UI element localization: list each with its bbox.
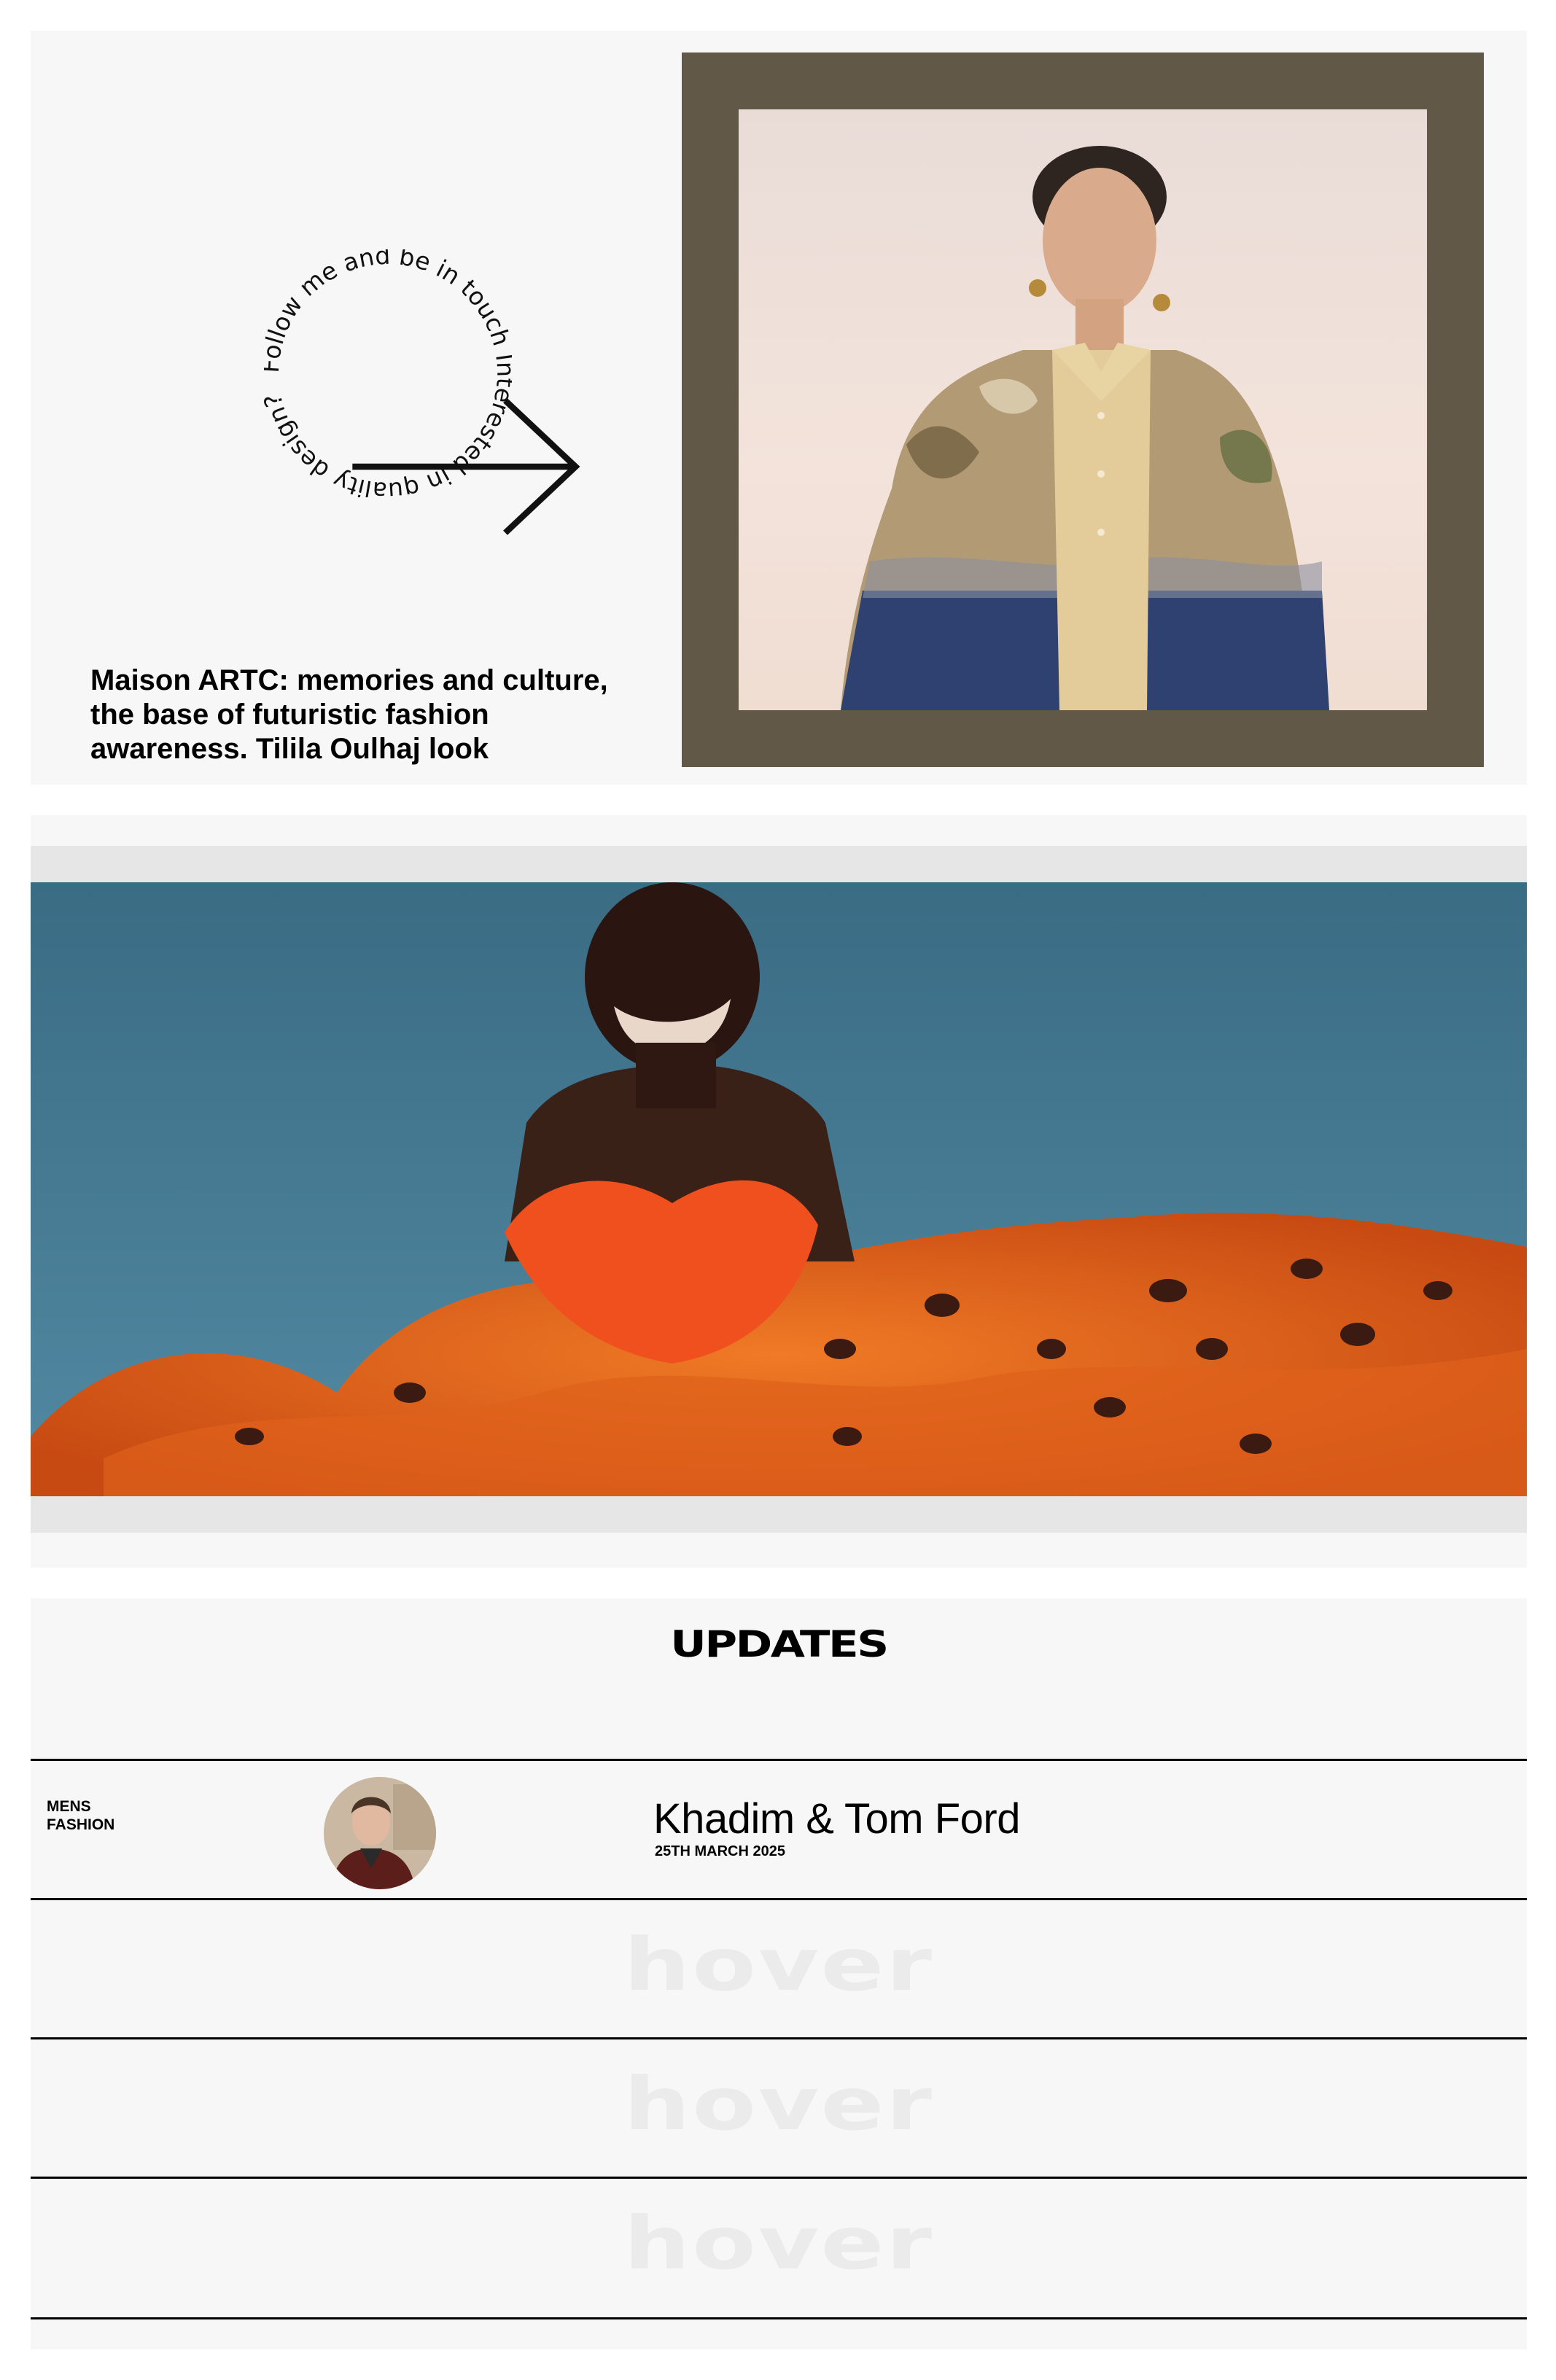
- update-title[interactable]: Khadim & Tom Ford: [653, 1794, 1020, 1843]
- update-row[interactable]: hover: [31, 2037, 1527, 2178]
- update-row[interactable]: hover: [31, 2177, 1527, 2319]
- update-date: 25TH MARCH 2025: [655, 1843, 785, 1859]
- hover-placeholder: hover: [623, 2061, 934, 2147]
- banner-photo: [31, 882, 1527, 1496]
- hero-caption: Maison ARTC: memories and culture, the b…: [90, 664, 608, 765]
- update-row[interactable]: MENS FASHION Khadim & Tom Ford 25TH MARC…: [31, 1759, 1527, 1899]
- updates-heading: UPDATES: [670, 1623, 889, 1665]
- circular-follow-link[interactable]: Follow me and be in touch Interested in …: [264, 249, 580, 535]
- hover-placeholder: hover: [623, 1922, 934, 2007]
- banner-section: [31, 815, 1527, 1568]
- updates-section: UPDATES MENS FASHION Khadim & Tom Ford 2…: [31, 1598, 1527, 2349]
- hero-section: Follow me and be in touch Interested in …: [31, 31, 1527, 785]
- hover-placeholder: hover: [623, 2201, 934, 2286]
- avatar: [324, 1777, 436, 1889]
- model-photo: [739, 109, 1427, 710]
- photo-frame: [682, 52, 1484, 767]
- update-row[interactable]: hover: [31, 1898, 1527, 2039]
- update-category: MENS FASHION: [47, 1798, 115, 1833]
- banner-strip-top: [31, 846, 1527, 882]
- arrow-right-icon[interactable]: [344, 343, 592, 591]
- banner-strip-bottom: [31, 1496, 1527, 1533]
